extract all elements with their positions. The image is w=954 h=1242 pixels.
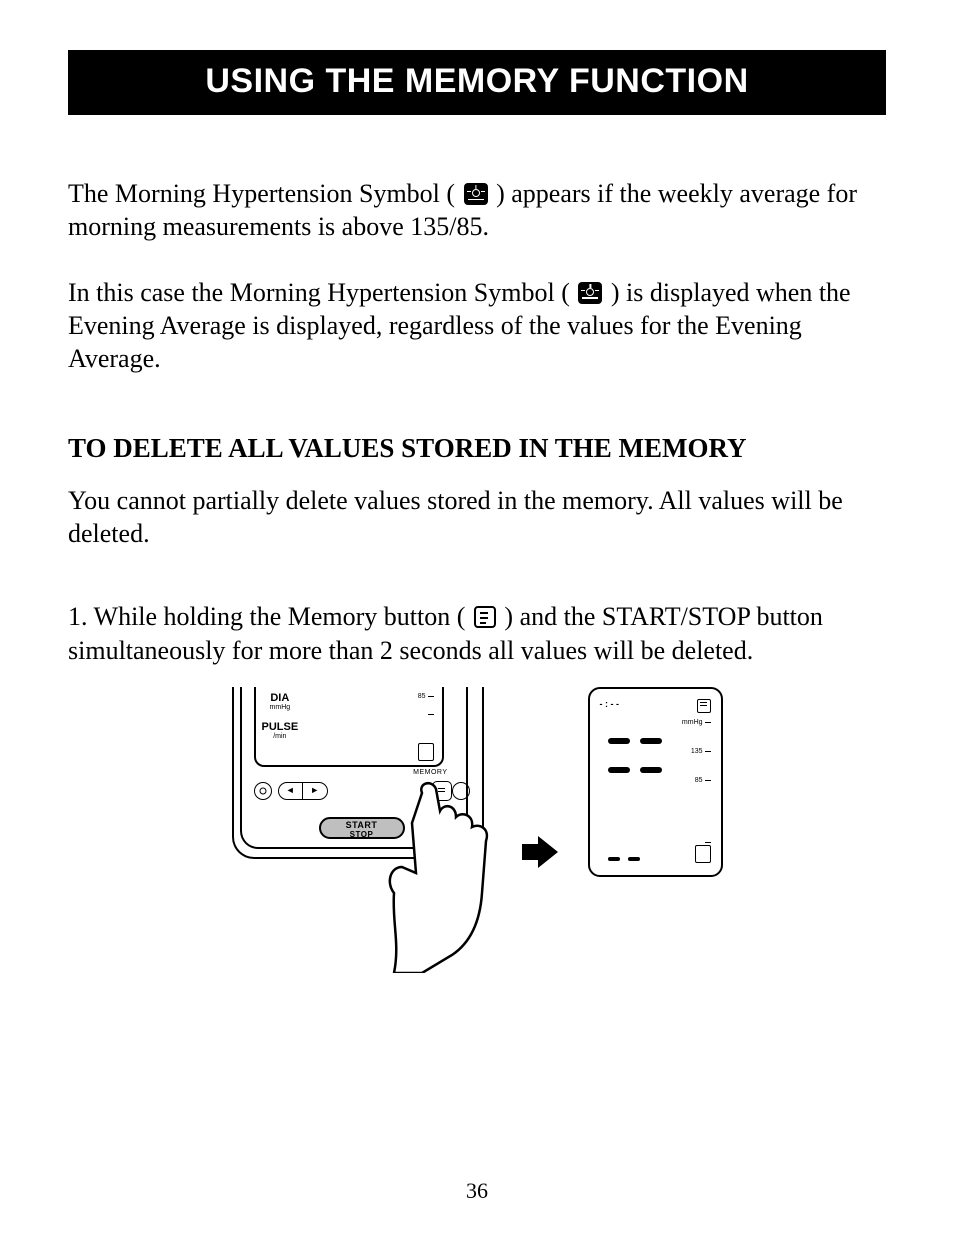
step-1: 1. While holding the Memory button ( ) a… — [68, 600, 886, 667]
tick-85: 85 — [695, 777, 703, 784]
morning-hypertension-icon — [464, 183, 488, 205]
right-arrow-button[interactable]: ► — [303, 783, 327, 799]
unit-label: mmHg — [682, 719, 703, 726]
paragraph-2: In this case the Morning Hypertension Sy… — [68, 276, 886, 376]
clock-button[interactable] — [254, 782, 272, 800]
scale-box-icon — [418, 743, 434, 761]
memory-icon — [474, 606, 496, 628]
power-button[interactable] — [452, 782, 470, 800]
manual-page: USING THE MEMORY FUNCTION The Morning Hy… — [0, 0, 954, 1242]
scale: 85 — [408, 691, 434, 761]
device-screen: DIA mmHg PULSE /min 85 — [254, 687, 444, 767]
tick-85: 85 — [418, 693, 426, 700]
value-dashes-icon — [608, 767, 711, 773]
time-value: - : - - — [600, 699, 620, 711]
scale-box-icon — [695, 845, 711, 863]
figure: DIA mmHg PULSE /min 85 MEMORY — [68, 687, 886, 967]
pulse-unit: /min — [262, 733, 299, 740]
pulse-label: PULSE — [262, 721, 299, 733]
step-number: 1. — [68, 602, 88, 631]
body: The Morning Hypertension Symbol ( ) appe… — [68, 177, 886, 967]
value-dashes-icon — [608, 857, 640, 861]
paragraph-1: The Morning Hypertension Symbol ( ) appe… — [68, 177, 886, 244]
arrow-buttons[interactable]: ◄ ► — [278, 782, 328, 800]
text: In this case the Morning Hypertension Sy… — [68, 278, 570, 307]
page-number: 36 — [0, 1178, 954, 1204]
result-display: - : - - mmHg 135 85 — [588, 687, 723, 877]
button-row: ◄ ► — [254, 779, 470, 803]
arrow-right-icon — [520, 832, 560, 872]
morning-hypertension-icon — [578, 282, 602, 304]
value-dashes-icon — [608, 738, 711, 744]
text: The Morning Hypertension Symbol ( — [68, 179, 455, 208]
section-intro: You cannot partially delete values store… — [68, 484, 886, 551]
memory-label: MEMORY — [413, 769, 447, 778]
left-arrow-button[interactable]: ◄ — [279, 783, 304, 799]
dia-unit: mmHg — [262, 704, 299, 711]
memory-icon — [697, 699, 711, 713]
start-label: START — [346, 820, 378, 830]
stop-label: STOP — [321, 830, 403, 840]
page-title: USING THE MEMORY FUNCTION — [68, 50, 886, 115]
start-stop-button[interactable]: START STOP — [319, 817, 405, 839]
dia-label: DIA — [270, 692, 289, 704]
section-heading: TO DELETE ALL VALUES STORED IN THE MEMOR… — [68, 431, 886, 466]
text: While holding the Memory button ( — [88, 602, 466, 631]
device-illustration: DIA mmHg PULSE /min 85 MEMORY — [232, 687, 492, 967]
tick-135: 135 — [691, 748, 703, 755]
memory-button[interactable] — [432, 781, 452, 801]
